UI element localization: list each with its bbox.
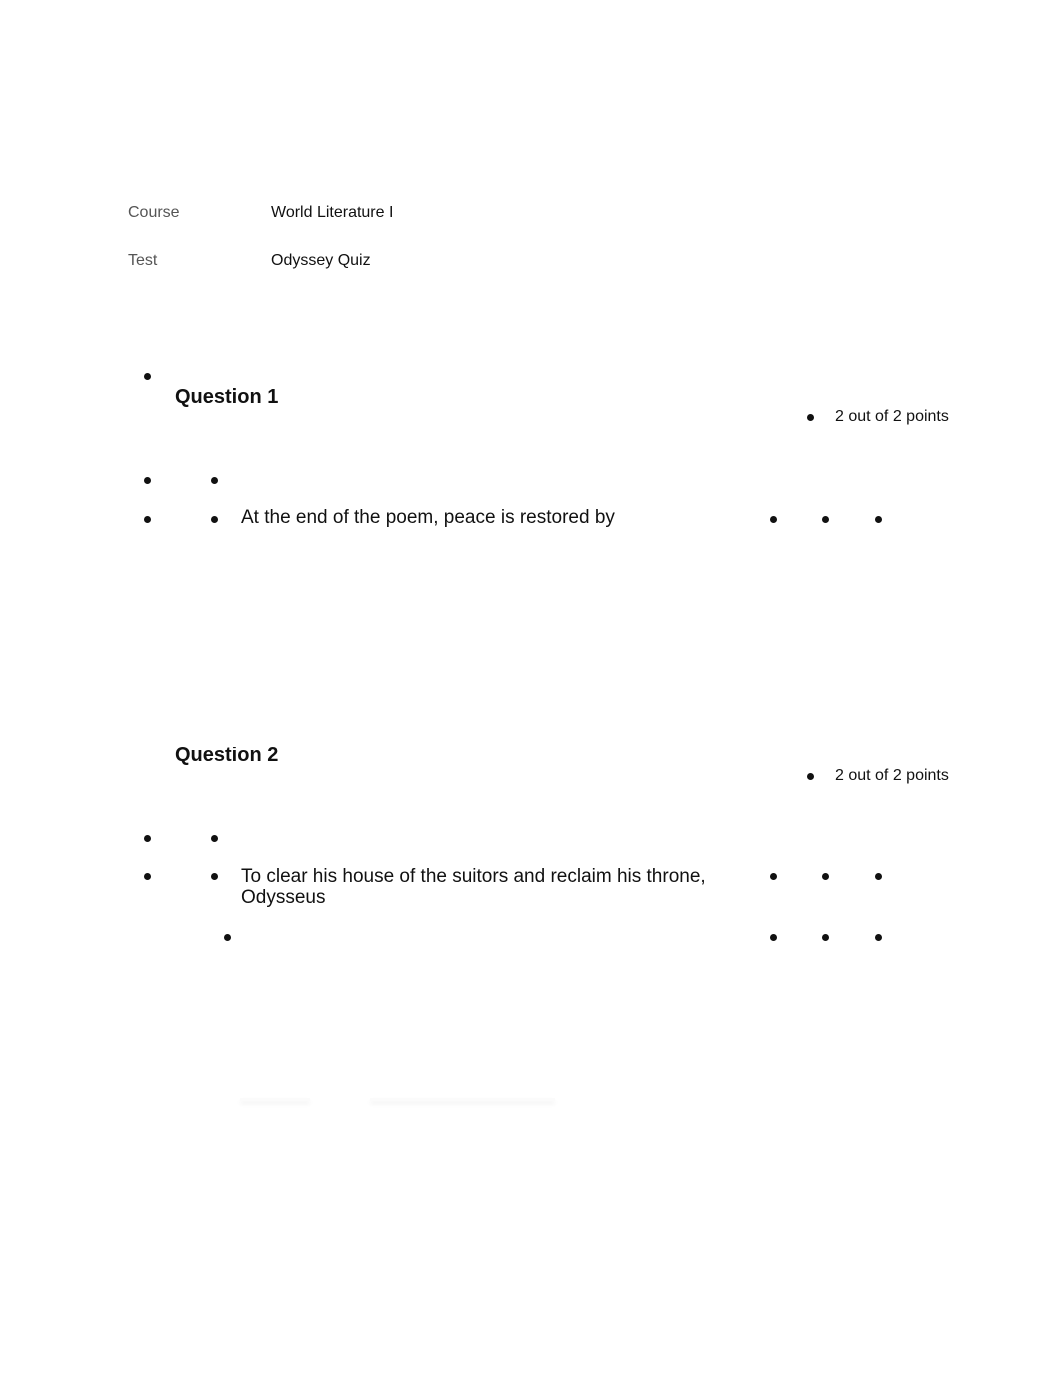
bullet-icon xyxy=(770,873,777,880)
bullet-icon xyxy=(144,873,151,880)
bullet-icon xyxy=(144,835,151,842)
bullet-icon xyxy=(822,934,829,941)
bullet-icon xyxy=(875,934,882,941)
divider-shadow xyxy=(370,1098,555,1101)
test-value: Odyssey Quiz xyxy=(271,252,371,269)
points-score: 2 out of 2 points xyxy=(835,408,949,425)
bullet-icon xyxy=(211,516,218,523)
bullet-icon xyxy=(770,516,777,523)
bullet-icon xyxy=(211,873,218,880)
bullet-icon xyxy=(144,373,151,380)
question-text: At the end of the poem, peace is restore… xyxy=(241,507,615,528)
course-value: World Literature I xyxy=(271,204,394,221)
bullet-icon xyxy=(144,516,151,523)
bullet-icon xyxy=(875,873,882,880)
question-heading-clip: Question 2 xyxy=(160,747,460,787)
question-heading: Question 1 xyxy=(175,386,279,408)
bullet-icon xyxy=(211,477,218,484)
bullet-icon xyxy=(224,934,231,941)
bullet-icon xyxy=(807,773,814,780)
bullet-icon xyxy=(822,516,829,523)
bullet-icon xyxy=(807,414,814,421)
bullet-icon xyxy=(822,873,829,880)
bullet-icon xyxy=(770,934,777,941)
question-text: To clear his house of the suitors and re… xyxy=(241,866,706,908)
bullet-icon xyxy=(875,516,882,523)
divider-shadow xyxy=(240,1098,310,1101)
bullet-icon xyxy=(144,477,151,484)
points-score: 2 out of 2 points xyxy=(835,767,949,784)
question-heading: Question 2 xyxy=(175,747,279,766)
course-label: Course xyxy=(128,204,180,221)
bullet-icon xyxy=(211,835,218,842)
test-label: Test xyxy=(128,252,158,269)
